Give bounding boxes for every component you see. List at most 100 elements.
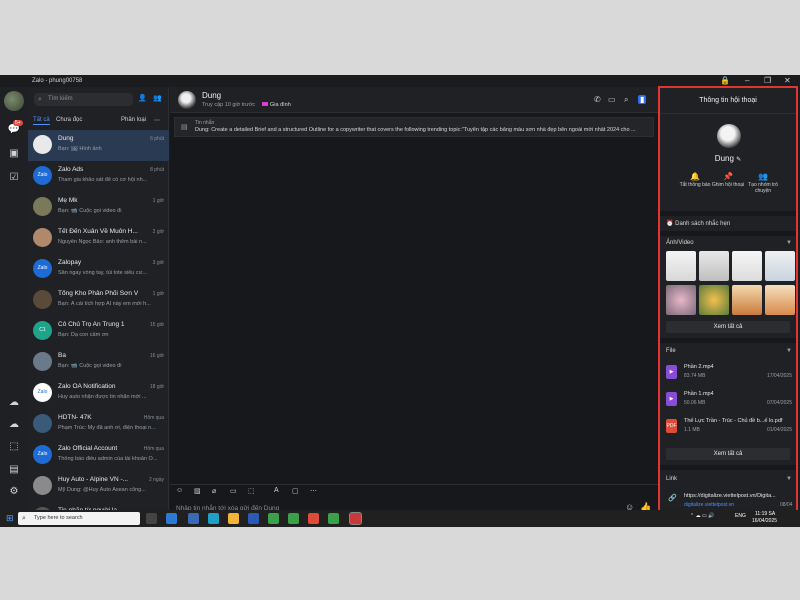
mute-button[interactable]: 🔔 Tắt thông báo xyxy=(678,172,712,188)
sticker-icon[interactable]: ☺ xyxy=(176,487,183,494)
tab-unread[interactable]: Chưa đọc xyxy=(56,117,82,123)
todo-icon[interactable]: ☑ xyxy=(7,171,21,185)
edit-icon[interactable]: ✎ xyxy=(736,157,741,163)
app-icon[interactable] xyxy=(188,513,199,524)
card-icon[interactable]: ▭ xyxy=(230,487,237,495)
chrome-icon[interactable] xyxy=(328,513,339,524)
conversation-name: HDTN- 47K xyxy=(58,414,92,421)
link-section-title[interactable]: Link xyxy=(666,476,677,482)
search-input[interactable]: ⌕ Tìm kiếm xyxy=(34,93,133,106)
file-item[interactable]: PDF Thế Lực Trần - Trúc - Chủ đề b...ế lo… xyxy=(666,417,794,439)
minimize-icon[interactable]: – xyxy=(745,76,749,85)
edge-icon[interactable] xyxy=(208,513,219,524)
conversation-avatar xyxy=(33,352,52,371)
conversation-item[interactable]: Tết Đến Xuân Về Muôn H... 2 giờ Nguyễn Ngọ… xyxy=(28,223,169,254)
lock-icon[interactable]: 🔒 xyxy=(720,76,730,85)
tray-icons[interactable]: ⌃ ☁ ▭ 🔊 xyxy=(690,513,714,519)
pin-button[interactable]: 📌 Ghim hội thoại xyxy=(711,172,745,188)
media-thumb[interactable] xyxy=(732,285,762,315)
file-item[interactable]: ▶ Phần 2.mp4 83.74 MB 17/04/2025 xyxy=(666,363,794,385)
more-icon[interactable]: ⋯ xyxy=(154,117,160,124)
contact-avatar[interactable] xyxy=(178,91,196,109)
chrome-icon[interactable] xyxy=(288,513,299,524)
conversation-item[interactable]: Zalo pay Zalopay 3 giờ Săn ngay vòng tay, t… xyxy=(28,254,169,285)
briefcase-icon[interactable]: ▤ xyxy=(7,463,21,477)
view-all-media-button[interactable]: Xem tất cả xyxy=(666,321,790,333)
view-all-files-button[interactable]: Xem tất cả xyxy=(666,448,790,460)
clock-date[interactable]: 16/04/2025 xyxy=(752,518,777,524)
media-thumb[interactable] xyxy=(765,285,795,315)
conversation-item[interactable]: Ba 16 giờ Bạn: 📹 Cuộc gọi video đi xyxy=(28,347,169,378)
cloud-icon[interactable]: ☁ xyxy=(7,418,21,432)
media-thumb[interactable] xyxy=(699,285,729,315)
file-date: 17/04/2025 xyxy=(766,373,792,379)
media-thumb[interactable] xyxy=(699,251,729,281)
conversation-item[interactable]: Tổng Kho Phân Phối Sơn Vă... 1 giờBạn: Ả … xyxy=(28,285,169,316)
contacts-icon[interactable]: ▣ xyxy=(7,147,21,161)
video-call-icon[interactable]: ▭ xyxy=(608,95,616,104)
media-thumb[interactable] xyxy=(765,251,795,281)
app-icon[interactable] xyxy=(248,513,259,524)
collapse-icon[interactable]: ▼ xyxy=(786,348,792,354)
conversation-item[interactable]: Dung 6 phút Bạn: 🖼 Hình ảnh xyxy=(28,130,169,161)
conversation-item[interactable]: Huy Auto - Alpine VN -... 2 ngày Mỹ Dung: … xyxy=(28,471,169,502)
task-view-icon[interactable] xyxy=(146,513,157,524)
add-friend-icon[interactable]: 👤 xyxy=(138,94,147,102)
conversation-info-icon[interactable]: ▮ xyxy=(638,95,647,104)
pinned-message[interactable]: ▤ Tin nhắn Dung: Create a detailed Brief… xyxy=(174,117,654,137)
file-section-title[interactable]: File xyxy=(666,348,676,354)
conversation-avatar xyxy=(33,476,52,495)
conversation-item[interactable]: C1 Cô Chủ Trọ An Trung 1 15 giờ Bạn: Dạ con… xyxy=(28,316,169,347)
collapse-icon[interactable]: ▼ xyxy=(786,476,792,482)
media-section-title[interactable]: Ảnh/Video xyxy=(666,240,694,246)
info-avatar[interactable] xyxy=(717,124,741,148)
language-indicator[interactable]: ENG xyxy=(735,513,746,519)
settings-icon[interactable]: ⚙ xyxy=(7,485,21,499)
collapse-icon[interactable]: ▼ xyxy=(786,240,792,246)
conversation-name: Mẹ Mk xyxy=(58,197,78,204)
link-url[interactable]: https://digitalize.viettelpost.vn/Digita… xyxy=(684,493,776,499)
conversation-time: 1 giờ xyxy=(152,291,164,297)
conversation-item[interactable]: Zalo Zalo Official Account Hôm qua Thông bá… xyxy=(28,440,169,471)
file-item[interactable]: ▶ Phần 1.mp4 50.06 MB 07/04/2025 xyxy=(666,390,794,412)
create-group-button[interactable]: 👥 Tạo nhóm trò chuyện xyxy=(746,172,780,194)
conversation-item[interactable]: Mẹ Mk 1 giờ Bạn: 📹 Cuộc gọi video đi xyxy=(28,192,169,223)
clock-time[interactable]: 11:19 SA xyxy=(755,511,775,517)
attach-icon[interactable]: ⌀ xyxy=(212,487,216,495)
windows-start-icon[interactable]: ⊞ xyxy=(6,513,14,524)
quick-message-icon[interactable]: ▢ xyxy=(292,487,299,495)
screenshot-icon[interactable]: ⬚ xyxy=(7,440,21,454)
tab-all[interactable]: Tất cả xyxy=(33,117,50,125)
conversation-item[interactable]: Zalo Ads Zalo Ads 8 phútTham gia khảo sát … xyxy=(28,161,169,192)
file-name: Phần 2.mp4 xyxy=(684,364,714,370)
image-icon[interactable]: ▨ xyxy=(194,487,201,495)
search-chat-icon[interactable]: ⌕ xyxy=(624,95,628,105)
conversation-time: 18 giờ xyxy=(149,384,164,390)
chrome-icon[interactable] xyxy=(268,513,279,524)
contact-tag[interactable]: Gia đình xyxy=(262,102,291,108)
create-group-icon[interactable]: 👥 xyxy=(153,94,162,102)
screenshot-capture-icon[interactable]: ⬚ xyxy=(248,487,255,495)
search-placeholder: Tìm kiếm xyxy=(48,96,73,102)
classify-dropdown[interactable]: Phân loại xyxy=(121,117,146,123)
app-icon[interactable] xyxy=(308,513,319,524)
conversation-item[interactable]: HDTN- 47K Hôm qua Phạm Trúc: My đã anh ơi,… xyxy=(28,409,169,440)
media-thumb[interactable] xyxy=(666,251,696,281)
media-thumb[interactable] xyxy=(732,251,762,281)
cloud-upload-icon[interactable]: ☁ xyxy=(7,396,21,410)
contact-name[interactable]: Dung xyxy=(202,91,221,100)
app-icon[interactable] xyxy=(166,513,177,524)
maximize-icon[interactable]: ❐ xyxy=(764,76,771,85)
taskbar-search[interactable]: ⌕ Type here to search xyxy=(18,512,140,525)
my-avatar[interactable] xyxy=(4,91,24,111)
close-icon[interactable]: ✕ xyxy=(784,76,791,85)
conversation-item[interactable]: Zalo Zalo OA Notification 18 giờ Huy auto n… xyxy=(28,378,169,409)
file-size: 1.1 MB xyxy=(684,427,700,433)
call-icon[interactable]: ✆ xyxy=(594,95,601,104)
zalo-taskbar-icon[interactable] xyxy=(349,512,362,525)
media-thumb[interactable] xyxy=(666,285,696,315)
more-options-icon[interactable]: ⋯ xyxy=(310,487,317,495)
reminders-row[interactable]: ⏰ Danh sách nhắc hẹn xyxy=(666,220,730,227)
format-icon[interactable]: A xyxy=(274,487,279,494)
file-explorer-icon[interactable] xyxy=(228,513,239,524)
